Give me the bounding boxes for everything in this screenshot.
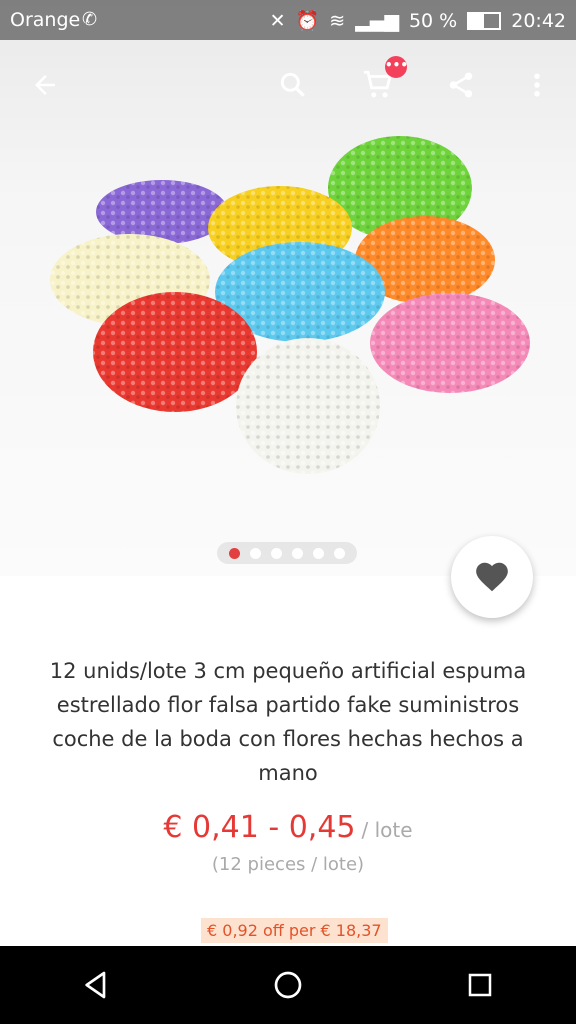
heart-icon	[476, 562, 508, 592]
cart-button[interactable]: •••	[355, 56, 408, 108]
carousel-dot[interactable]	[313, 547, 324, 559]
more-options-button[interactable]	[514, 62, 560, 108]
price-row: € 0,41 - 0,45/ lote	[0, 810, 576, 845]
carousel-dot[interactable]	[271, 547, 282, 559]
price-amount: € 0,41 - 0,45	[163, 810, 356, 845]
product-title: 12 unids/lote 3 cm pequeño artificial es…	[49, 659, 527, 785]
carousel-dot[interactable]	[292, 547, 303, 559]
cart-badge: •••	[385, 56, 408, 78]
carousel-dot[interactable]	[250, 547, 261, 559]
share-button[interactable]	[438, 62, 484, 108]
nav-recents-button[interactable]	[440, 946, 520, 1024]
promo-badge[interactable]: € 0,92 off per € 18,37	[201, 918, 388, 943]
signal-icon: ▂▄▆	[355, 9, 399, 32]
carousel-dot[interactable]	[334, 547, 345, 559]
battery-percent: 50 %	[408, 9, 458, 32]
clock: 20:42	[511, 9, 566, 32]
alarm-icon: ⏰	[295, 10, 320, 32]
carousel-dot[interactable]	[229, 547, 240, 559]
nav-back-icon	[85, 971, 106, 999]
status-bar: Orange ✆ ✕ ⏰ ≋ ▂▄▆ 50 % 20:42	[0, 0, 576, 40]
share-icon	[449, 72, 473, 98]
more-vert-icon	[534, 73, 540, 97]
arrow-back-icon	[35, 75, 55, 95]
price-unit: / lote	[361, 818, 413, 842]
favorite-button[interactable]	[451, 536, 533, 618]
mute-icon: ✕	[269, 9, 286, 32]
battery-icon	[467, 11, 502, 30]
nav-recents-icon	[468, 973, 492, 997]
wifi-icon: ≋	[329, 9, 346, 32]
nav-home-button[interactable]	[248, 946, 328, 1024]
carrier-label: Orange	[10, 9, 81, 31]
missed-call-icon: ✆	[82, 9, 98, 30]
back-button[interactable]	[22, 62, 68, 108]
pieces-per-lot: (12 pieces / lote)	[211, 854, 365, 875]
nav-back-button[interactable]	[56, 946, 136, 1024]
top-toolbar: •••	[0, 40, 576, 130]
system-nav-bar	[0, 946, 576, 1024]
search-button[interactable]	[270, 62, 316, 108]
nav-home-icon	[274, 971, 302, 999]
carousel-indicator[interactable]	[217, 542, 357, 564]
search-icon	[280, 72, 305, 97]
